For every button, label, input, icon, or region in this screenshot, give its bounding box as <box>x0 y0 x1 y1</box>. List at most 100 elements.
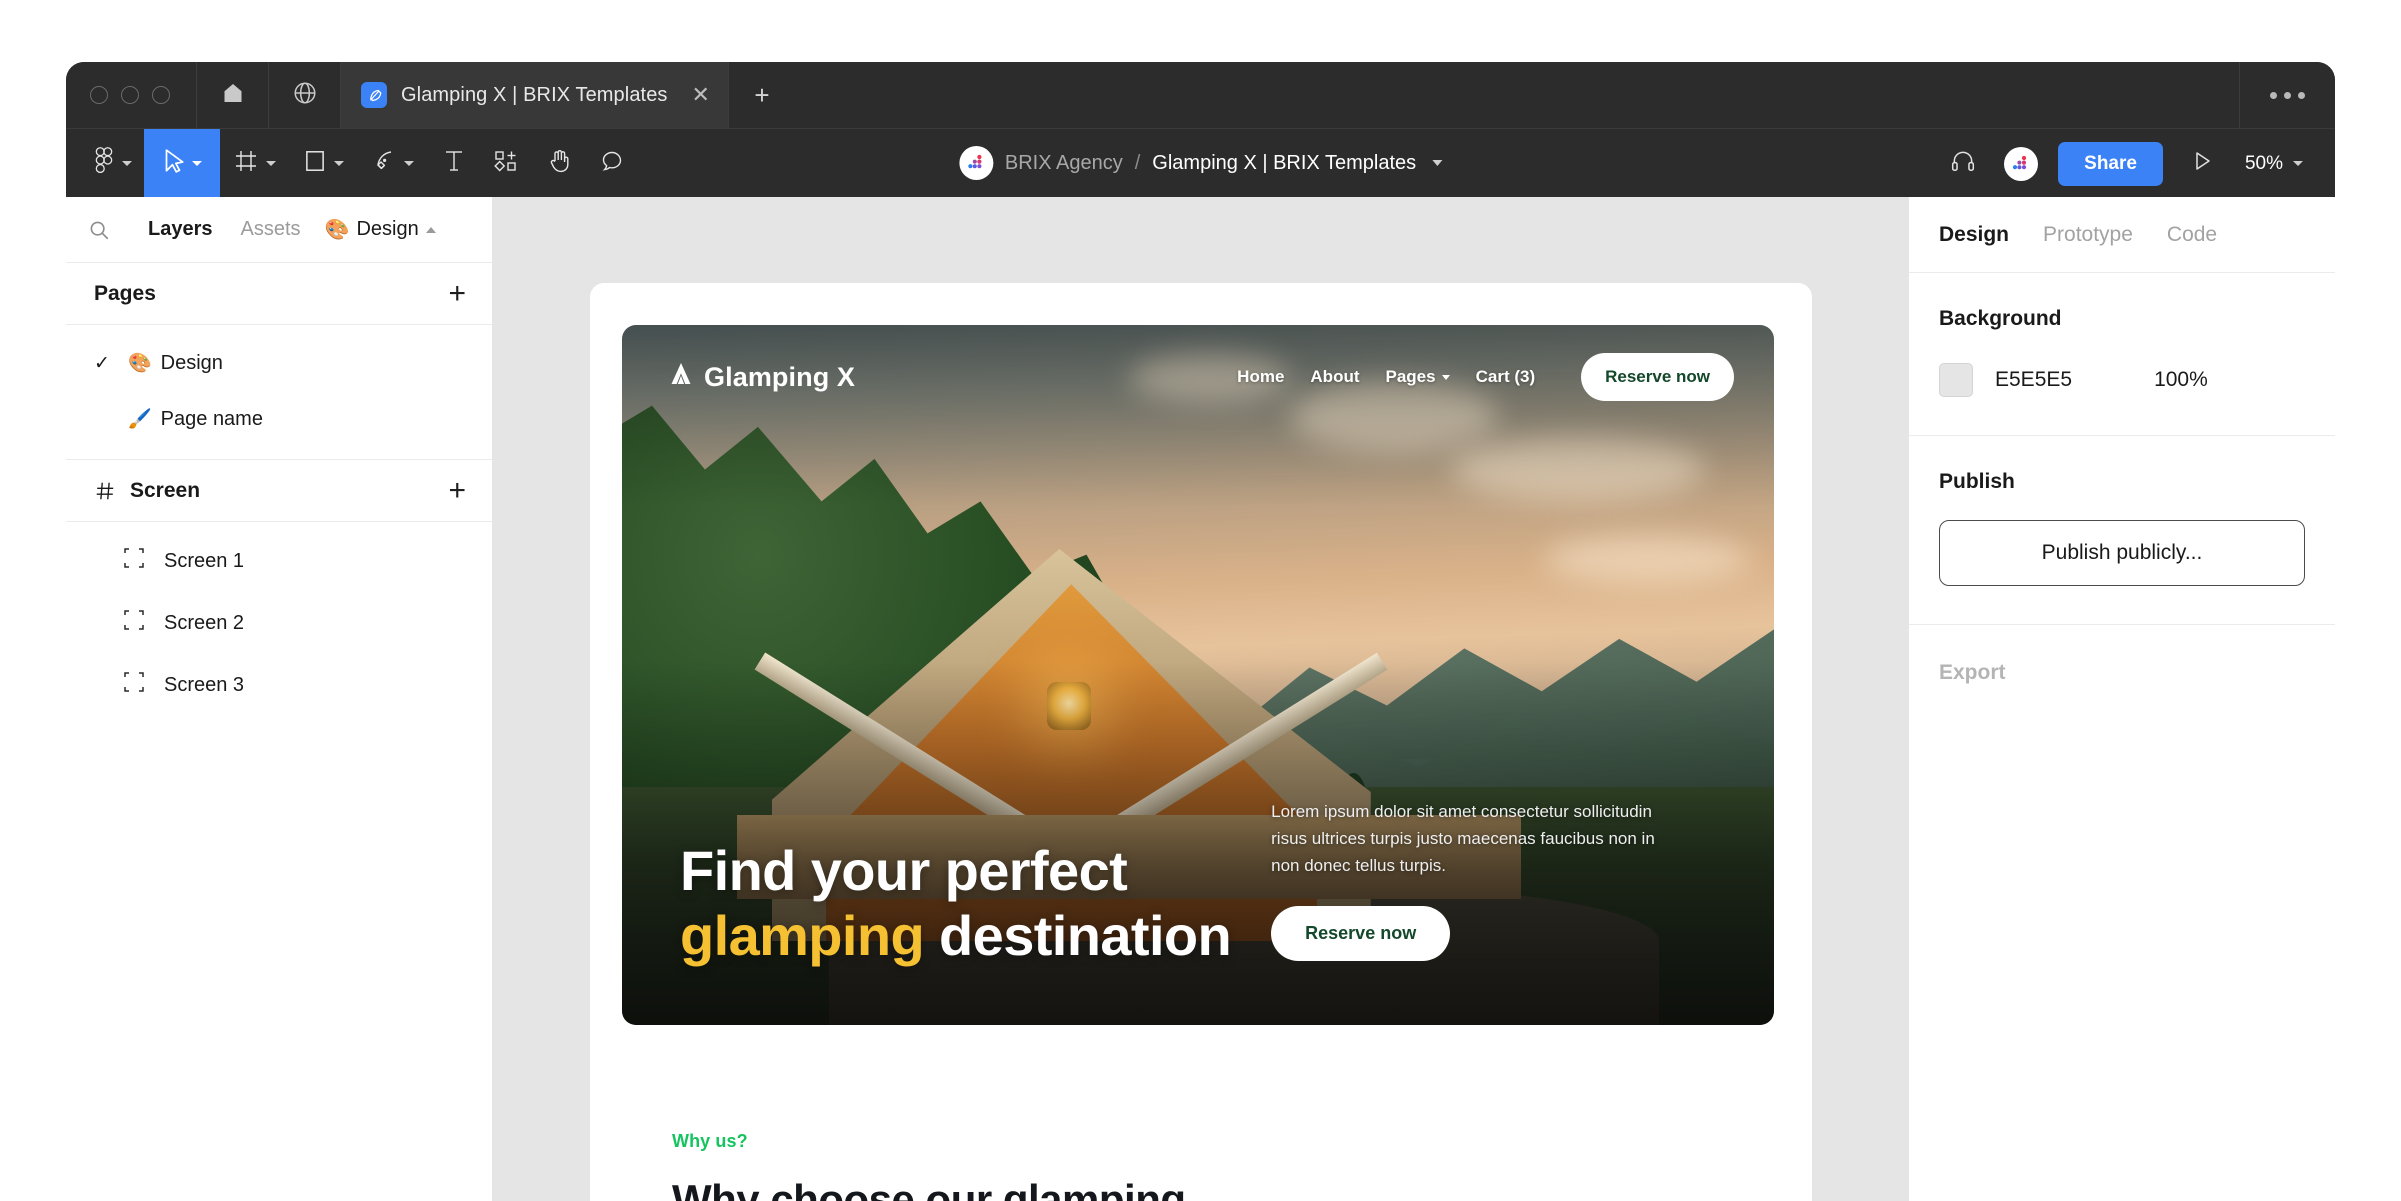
window-minimize-button[interactable] <box>121 86 139 104</box>
page-item-label: Page name <box>160 407 263 430</box>
resources-tool[interactable] <box>480 129 534 198</box>
browser-tab-bar: Glamping X | BRIX Templates ✕ + <box>66 62 2335 128</box>
list-item-label: Screen 2 <box>164 611 245 634</box>
site-logo[interactable]: Glamping X <box>668 361 855 394</box>
file-tab[interactable]: Glamping X | BRIX Templates ✕ <box>341 62 729 128</box>
breadcrumb-org[interactable]: BRIX Agency <box>1005 152 1123 175</box>
background-color-swatch[interactable] <box>1939 363 1973 397</box>
brix-agency-avatar <box>958 146 993 180</box>
toolbar-right-cluster: Share 50% <box>1934 129 2335 198</box>
menu-tool[interactable] <box>66 129 144 198</box>
hero-paragraph: Lorem ipsum dolor sit amet consectetur s… <box>1271 802 1655 876</box>
window-close-button[interactable] <box>90 86 108 104</box>
publish-title: Publish <box>1939 470 2015 493</box>
close-icon[interactable]: ✕ <box>692 84 710 106</box>
explore-button[interactable] <box>269 62 341 128</box>
nav-link-cart[interactable]: Cart (3) <box>1476 367 1536 387</box>
design-frame[interactable]: Glamping X Home About Pages Cart (3) Res… <box>590 283 1812 1201</box>
file-tab-label: Glamping X | BRIX Templates <box>401 83 668 106</box>
window-maximize-button[interactable] <box>152 86 170 104</box>
pen-tool[interactable] <box>358 129 428 198</box>
frame-dashed-icon <box>124 610 144 636</box>
chevron-down-icon <box>334 160 344 166</box>
globe-icon <box>292 80 318 111</box>
text-tool[interactable] <box>428 129 480 198</box>
add-page-button[interactable]: + <box>448 278 466 309</box>
hero-content: Find your perfect glamping destination L… <box>680 799 1726 969</box>
pages-section-header: Pages + <box>66 263 492 325</box>
chevron-down-icon[interactable] <box>1432 160 1443 166</box>
background-color-row: E5E5E5 100% <box>1939 363 2305 397</box>
hash-icon <box>94 480 116 502</box>
design-page-menu-label: Design <box>356 218 419 240</box>
hero-reserve-button[interactable]: Reserve now <box>1271 906 1451 961</box>
rectangle-icon <box>304 148 326 179</box>
hand-tool[interactable] <box>534 129 586 198</box>
left-panel: Layers Assets 🎨 Design Pages + ✓ 🎨 Desig… <box>66 197 492 1201</box>
publish-publicly-button[interactable]: Publish publicly... <box>1939 520 2305 586</box>
hero-heading-block: Find your perfect glamping destination <box>680 839 1232 969</box>
list-item[interactable]: Screen 1 <box>66 530 492 592</box>
frame-dashed-icon <box>124 548 144 574</box>
zoom-control[interactable]: 50% <box>2231 153 2313 175</box>
tab-design[interactable]: Design <box>1939 223 2009 247</box>
why-us-heading: Why choose our glamping <box>672 1176 1186 1201</box>
background-opacity-value[interactable]: 100% <box>2154 368 2208 392</box>
chevron-down-icon <box>192 160 202 166</box>
background-hex-value[interactable]: E5E5E5 <box>1995 368 2072 392</box>
page-item-page-name[interactable]: 🖌️ Page name <box>66 391 492 447</box>
search-icon[interactable] <box>88 219 134 241</box>
share-button[interactable]: Share <box>2058 141 2163 186</box>
components-icon <box>494 149 520 178</box>
audio-call-button[interactable] <box>1934 129 1992 198</box>
site-brand-label: Glamping X <box>704 361 856 392</box>
headphones-icon <box>1950 148 1976 179</box>
list-item[interactable]: Screen 2 <box>66 592 492 654</box>
hand-icon <box>548 148 572 179</box>
nav-link-label: Cart (3) <box>1475 367 1536 386</box>
tab-code[interactable]: Code <box>2167 223 2217 247</box>
background-section: Background E5E5E5 100% <box>1909 273 2335 436</box>
collaborator-avatar-button[interactable] <box>1992 129 2050 198</box>
site-navbar: Glamping X Home About Pages Cart (3) Res… <box>622 325 1774 429</box>
page-item-design[interactable]: ✓ 🎨 Design <box>66 335 492 391</box>
tab-layers[interactable]: Layers <box>134 218 227 241</box>
shape-tool[interactable] <box>290 129 358 198</box>
chevron-down-icon <box>2293 161 2303 166</box>
comment-tool[interactable] <box>586 129 638 198</box>
tab-bar-spacer <box>795 62 2239 128</box>
hero-section[interactable]: Glamping X Home About Pages Cart (3) Res… <box>622 325 1774 1025</box>
check-icon: ✓ <box>94 352 110 374</box>
nav-link-about[interactable]: About <box>1310 367 1359 387</box>
frame-tool[interactable] <box>220 129 290 198</box>
move-tool[interactable] <box>144 128 220 198</box>
figma-file-icon <box>361 82 387 108</box>
nav-link-label: About <box>1310 367 1360 386</box>
tab-prototype[interactable]: Prototype <box>2043 223 2133 247</box>
hero-heading-line1: Find your perfect <box>680 839 1128 903</box>
tab-assets[interactable]: Assets <box>227 218 315 241</box>
breadcrumb-file[interactable]: Glamping X | BRIX Templates <box>1152 152 1416 175</box>
background-title: Background <box>1939 307 2062 330</box>
present-button[interactable] <box>2173 129 2231 198</box>
home-icon <box>221 81 245 110</box>
more-horizontal-icon[interactable] <box>2239 62 2335 128</box>
navbar-reserve-button[interactable]: Reserve now <box>1581 353 1734 401</box>
nav-link-label: Pages <box>1385 367 1436 386</box>
right-panel: Design Prototype Code Background E5E5E5 … <box>1909 197 2335 1201</box>
add-screen-button[interactable]: + <box>448 475 466 506</box>
list-item[interactable]: Screen 3 <box>66 654 492 716</box>
frame-dashed-icon <box>124 672 144 698</box>
design-page-menu[interactable]: 🎨 Design <box>325 217 436 242</box>
nav-link-home[interactable]: Home <box>1237 367 1284 387</box>
text-t-icon <box>442 148 466 179</box>
page-item-label: Design <box>160 351 223 374</box>
nav-link-pages[interactable]: Pages <box>1386 367 1450 387</box>
new-tab-button[interactable]: + <box>729 62 795 128</box>
design-canvas[interactable]: Glamping X Home About Pages Cart (3) Res… <box>492 197 1909 1201</box>
editor-body: Layers Assets 🎨 Design Pages + ✓ 🎨 Desig… <box>66 197 2335 1201</box>
export-section: Export <box>1909 625 2335 721</box>
list-item-label: Screen 1 <box>164 549 245 572</box>
home-button[interactable] <box>197 62 269 128</box>
paintbrush-emoji-icon: 🖌️ <box>128 409 152 430</box>
